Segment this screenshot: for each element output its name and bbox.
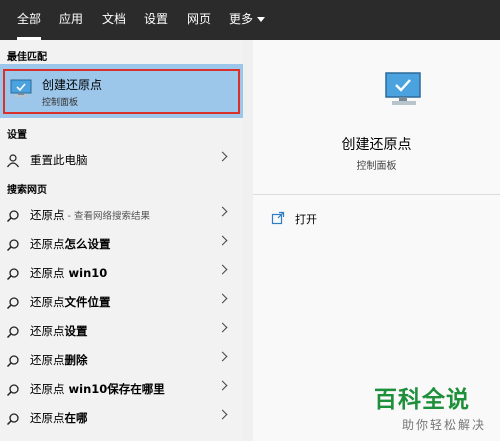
chevron-down-icon [257,17,266,22]
search-icon [6,295,20,314]
chevron-right-icon[interactable] [217,322,228,333]
monitor-check-icon [383,70,425,118]
web-result-item[interactable]: 还原点 win10保存在哪里 [0,374,243,403]
chevron-right-icon[interactable] [217,151,228,162]
chevron-right-icon[interactable] [217,264,228,275]
divider [253,194,500,195]
chevron-right-icon[interactable] [217,293,228,304]
search-icon [6,237,20,256]
chevron-right-icon[interactable] [217,351,228,362]
web-result-item[interactable]: 还原点删除 [0,345,243,374]
tab-documents[interactable]: 文档 [102,0,126,40]
tab-all[interactable]: 全部 [17,0,42,40]
preview-category: 控制面板 [356,161,397,172]
settings-item-reset-pc[interactable]: 重置此电脑 [0,145,243,174]
search-icon [6,411,20,430]
watermark-subtitle: 助你轻松解决 [401,418,486,432]
section-best-match: 最佳匹配 [7,52,47,63]
search-scope-tabs: 全部 应用 文档 设置 网页 更多 [0,0,500,40]
preview-title: 创建还原点 [341,137,412,153]
chevron-right-icon[interactable] [217,206,228,217]
settings-item-label: 重置此电脑 [30,153,88,167]
web-result-item[interactable]: 还原点文件位置 [0,287,243,316]
web-result-item[interactable]: 还原点 win10 [0,258,243,287]
tab-apps[interactable]: 应用 [59,0,83,40]
section-settings: 设置 [7,130,27,141]
search-icon [6,353,20,372]
tab-web[interactable]: 网页 [187,0,211,40]
tab-more[interactable]: 更多 [229,0,266,40]
search-icon [6,382,20,401]
chevron-right-icon[interactable] [217,409,228,420]
watermark: 百科全说 助你轻松解决 [374,380,494,433]
results-list: 最佳匹配 创建还原点 控制面板 设置 重置此电脑 搜索网页 还原点 - 查看网络… [0,40,243,441]
watermark-title: 百科全说 [374,387,470,413]
section-web-search: 搜索网页 [7,185,47,196]
search-icon [6,266,20,285]
web-result-item[interactable]: 还原点 - 查看网络搜索结果 [0,200,243,229]
web-result-item[interactable]: 还原点怎么设置 [0,229,243,258]
tab-settings[interactable]: 设置 [144,0,168,40]
open-action[interactable]: 打开 [295,211,317,227]
chevron-right-icon[interactable] [217,235,228,246]
highlight-box [3,69,240,114]
search-icon [6,208,20,227]
chevron-right-icon[interactable] [217,380,228,391]
person-icon [6,153,20,172]
open-icon[interactable] [271,210,285,229]
web-result-item[interactable]: 还原点在哪 [0,403,243,432]
search-icon [6,324,20,343]
web-result-item[interactable]: 还原点设置 [0,316,243,345]
